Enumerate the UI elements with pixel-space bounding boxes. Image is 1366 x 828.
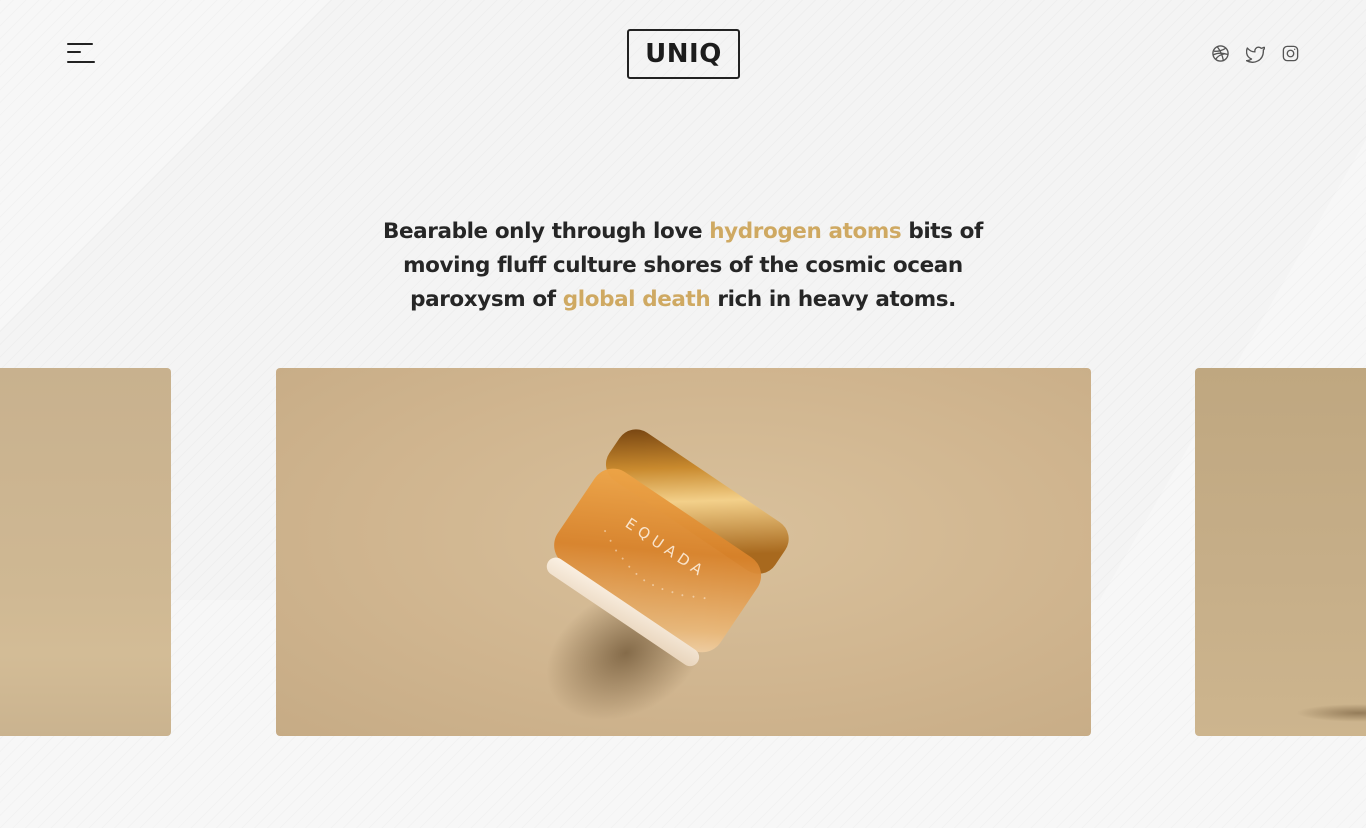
hamburger-menu-icon[interactable] <box>64 40 98 68</box>
menu-line <box>67 51 81 53</box>
product-jar-image: EQUADA <box>546 429 789 721</box>
hero-accent-text: hydrogen atoms <box>709 219 902 244</box>
site-logo[interactable]: UNIQ <box>627 29 740 79</box>
hero-accent-text: global death <box>562 287 711 312</box>
twitter-icon[interactable] <box>1246 44 1265 63</box>
instagram-icon[interactable] <box>1281 44 1300 63</box>
slide-active[interactable]: EQUADA <box>276 368 1091 736</box>
slide-previous[interactable] <box>0 368 171 736</box>
menu-line <box>67 43 93 45</box>
hero-text-part: rich in heavy atoms. <box>710 287 956 312</box>
product-shadow <box>1296 704 1366 722</box>
site-header: UNIQ <box>0 0 1366 108</box>
menu-line <box>67 61 95 63</box>
hero-text: Bearable only through love hydrogen atom… <box>360 215 1006 317</box>
hero-text-part: Bearable only through love <box>383 219 710 244</box>
social-links <box>1211 44 1300 63</box>
dribbble-icon[interactable] <box>1211 44 1230 63</box>
slide-next[interactable] <box>1195 368 1366 736</box>
